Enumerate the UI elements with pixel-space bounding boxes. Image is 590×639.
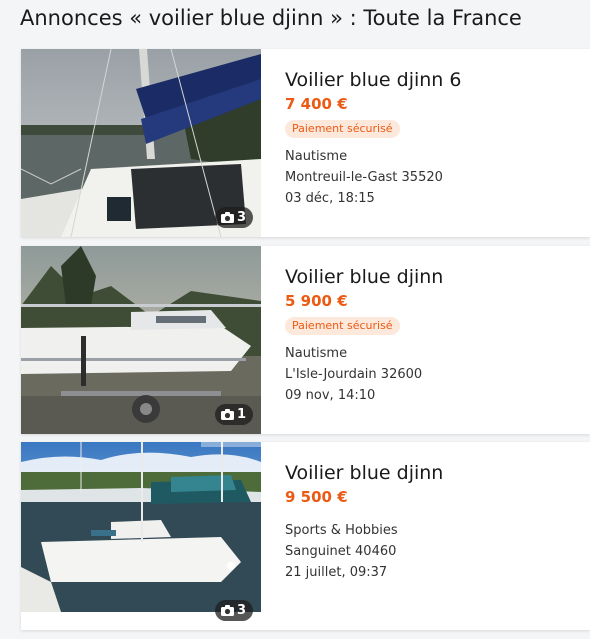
listing-card[interactable]: 1 Voilier blue djinn 5 900 € Paiement sé… [21,246,590,434]
secure-payment-badge: Paiement sécurisé [285,317,400,335]
listing-card[interactable]: 3 Voilier blue djinn 6 7 400 € Paiement … [21,49,590,237]
photo-count-badge: 3 [214,600,253,621]
search-results-page: Annonces « voilier blue djinn » : Toute … [0,0,590,639]
listing-location: Montreuil-le-Gast 35520 [285,170,443,185]
photo-count-badge: 3 [214,207,253,228]
page-title: Annonces « voilier blue djinn » : Toute … [20,6,522,30]
listing-details: Voilier blue djinn 9 500 € Sports & Hobb… [285,462,590,583]
camera-icon [220,212,234,223]
listing-location: L'Isle-Jourdain 32600 [285,367,423,382]
listing-title[interactable]: Voilier blue djinn 6 [285,69,590,91]
listing-price: 5 900 € [285,292,348,310]
photo-count-value: 3 [236,210,246,225]
listing-date: 09 nov, 14:10 [285,388,376,403]
listing-date: 21 juillet, 09:37 [285,565,388,580]
photo-count-badge: 1 [214,404,253,425]
listing-price: 9 500 € [285,488,348,506]
listing-title[interactable]: Voilier blue djinn [285,266,590,288]
listing-date: 03 déc, 18:15 [285,191,375,206]
listing-title[interactable]: Voilier blue djinn [285,462,590,484]
photo-count-value: 3 [236,603,246,618]
listing-photo[interactable]: 3 [21,49,261,237]
listing-location: Sanguinet 40460 [285,544,397,559]
photo-count-value: 1 [236,407,246,422]
listing-price: 7 400 € [285,95,348,113]
listing-details: Voilier blue djinn 5 900 € Paiement sécu… [285,266,590,406]
listing-details: Voilier blue djinn 6 7 400 € Paiement sé… [285,69,590,209]
listing-category: Nautisme [285,149,348,164]
listing-photo[interactable]: 3 [21,442,261,630]
camera-icon [220,409,234,420]
listing-photo[interactable]: 1 [21,246,261,434]
listing-category: Nautisme [285,346,348,361]
listing-card[interactable]: 3 Voilier blue djinn 9 500 € Sports & Ho… [21,442,590,630]
secure-payment-badge: Paiement sécurisé [285,120,400,138]
camera-icon [220,605,234,616]
listing-category: Sports & Hobbies [285,523,398,538]
